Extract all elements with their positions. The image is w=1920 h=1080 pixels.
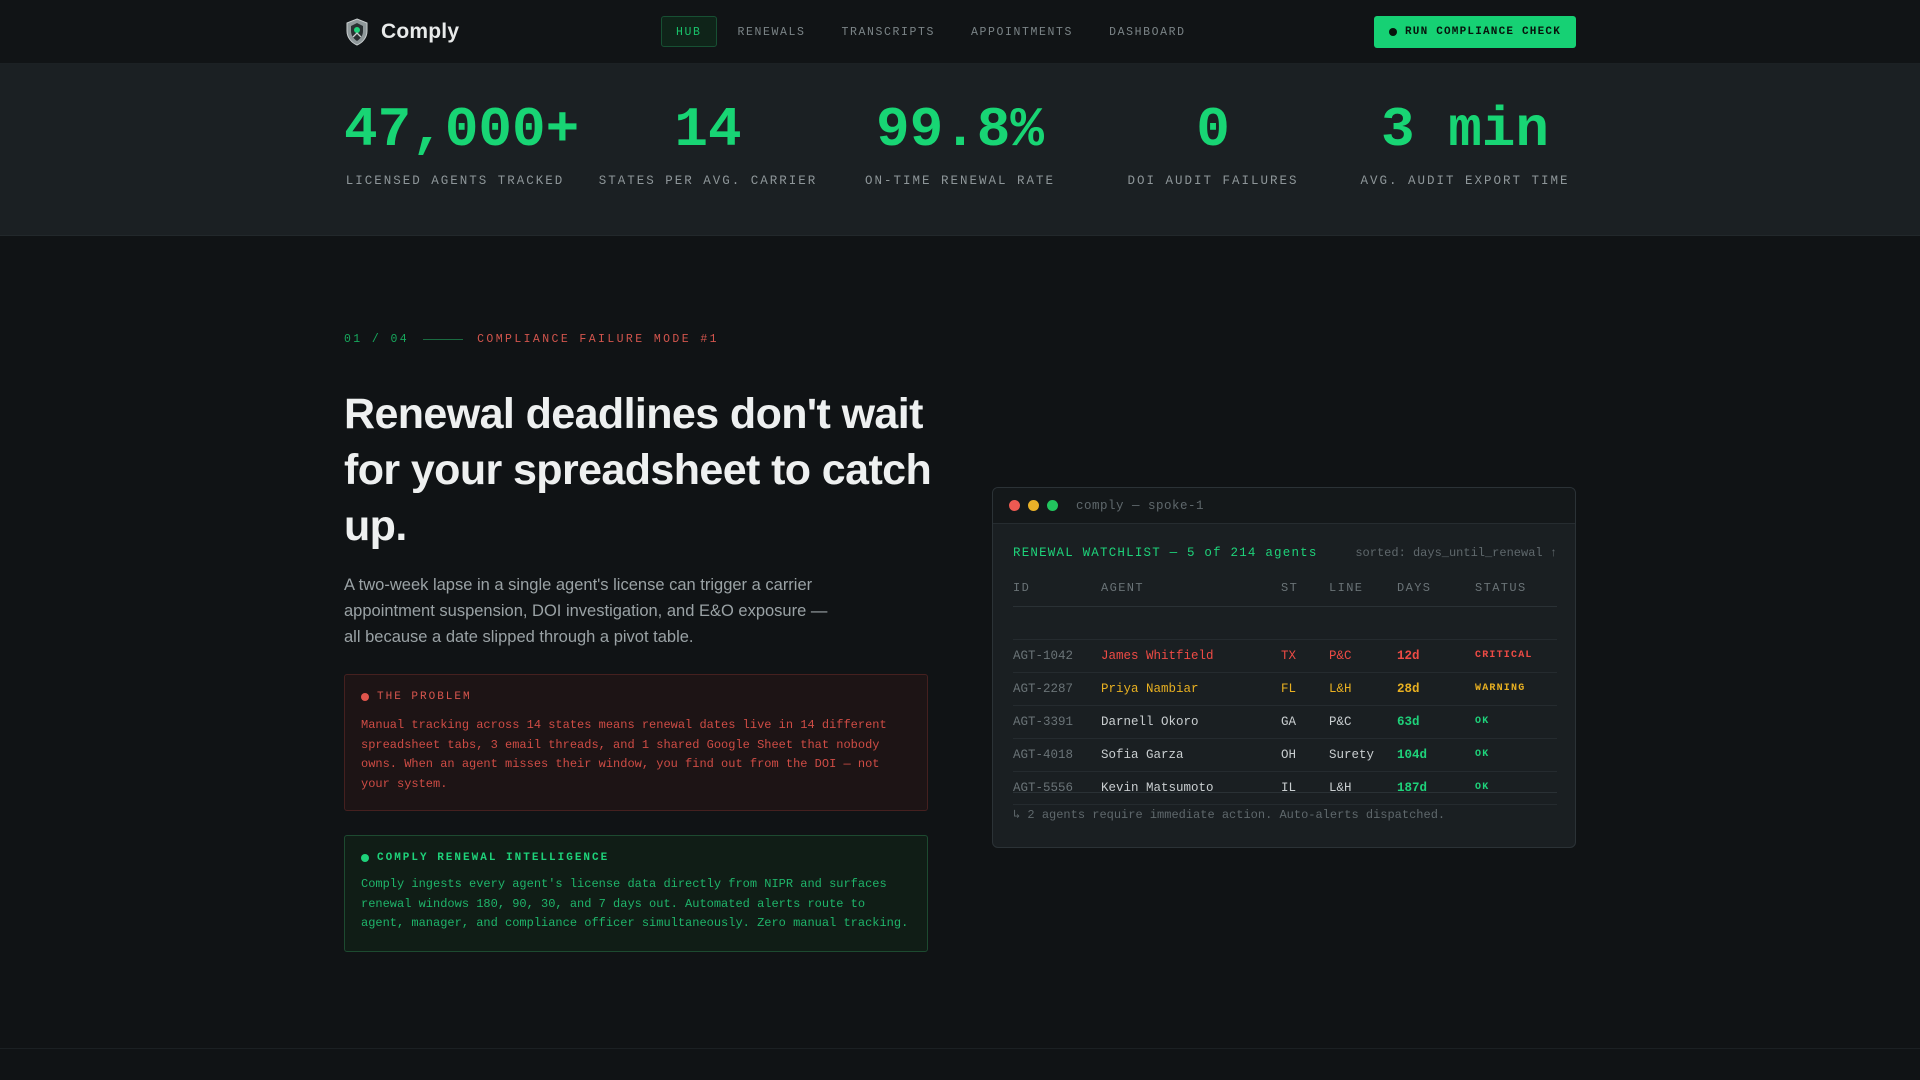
stat-value: 0 [1196, 98, 1230, 162]
problem-panel: THE PROBLEM Manual tracking across 14 st… [344, 674, 928, 811]
section-step: 01 / 04 [344, 333, 410, 346]
agent-name: Sofia Garza [1101, 738, 1281, 772]
minimize-dot-icon[interactable] [1028, 500, 1039, 511]
section-eyebrow: 01 / 04 COMPLIANCE FAILURE MODE #1 [344, 333, 719, 346]
brand-name: Comply [381, 20, 460, 43]
stat-audit-export-time: 3 min AVG. AUDIT EXPORT TIME [1354, 102, 1576, 188]
stat-renewal-rate: 99.8% ON-TIME RENEWAL RATE [849, 102, 1071, 188]
column-header-agent: AGENT [1101, 570, 1281, 607]
table-row[interactable]: AGT-4018 Sofia Garza OH Surety 104d OK [1013, 738, 1557, 772]
table-row[interactable]: AGT-1042 James Whitfield TX P&C 12d CRIT… [1013, 639, 1557, 673]
agent-id: AGT-4018 [1013, 738, 1101, 772]
terminal-window: comply — spoke-1 RENEWAL WATCHLIST — 5 o… [992, 487, 1576, 848]
maximize-dot-icon[interactable] [1047, 500, 1058, 511]
section-divider [0, 1048, 1920, 1049]
section-headline: Renewal deadlines don't wait for your sp… [344, 390, 932, 550]
solution-body: Comply ingests every agent's license dat… [361, 877, 909, 930]
nav-renewals[interactable]: RENEWALS [723, 16, 821, 47]
problem-body: Manual tracking across 14 states means r… [361, 718, 887, 791]
column-header-days: DAYS [1397, 570, 1475, 607]
stat-label: DOI AUDIT FAILURES [1127, 174, 1299, 188]
days-until-renewal: 104d [1397, 738, 1475, 772]
stats-band: 47,000+ LICENSED AGENTS TRACKED 14 STATE… [0, 64, 1920, 236]
nav-hub[interactable]: HUB [661, 16, 717, 47]
eyebrow-divider [423, 339, 464, 340]
status-badge: WARNING [1475, 672, 1557, 706]
column-header-state: ST [1281, 570, 1329, 607]
brand[interactable]: Comply [345, 18, 459, 46]
nav-links: HUB RENEWALS TRANSCRIPTS APPOINTMENTS DA… [661, 16, 1207, 47]
watchlist-sort: sorted: days_until_renewal ↑ [1355, 546, 1557, 560]
agent-line: P&C [1329, 705, 1397, 739]
agent-state: GA [1281, 705, 1329, 739]
agent-id: AGT-1042 [1013, 639, 1101, 673]
failure-mode-label: COMPLIANCE FAILURE MODE #1 [477, 333, 719, 346]
table-spacer-cell [1013, 606, 1557, 640]
column-header-line: LINE [1329, 570, 1397, 607]
table-header-row: ID AGENT ST LINE DAYS STATUS [1013, 570, 1557, 607]
stat-label: AVG. AUDIT EXPORT TIME [1360, 174, 1570, 188]
table-spacer [1013, 606, 1557, 640]
status-dot-icon [1388, 28, 1397, 36]
problem-title: THE PROBLEM [377, 691, 472, 703]
days-until-renewal: 63d [1397, 705, 1475, 739]
stat-value: 14 [674, 98, 742, 162]
stat-label: LICENSED AGENTS TRACKED [345, 174, 565, 188]
column-header-status: STATUS [1475, 570, 1557, 607]
status-badge: OK [1475, 705, 1557, 739]
solution-title-row: COMPLY RENEWAL INTELLIGENCE [361, 852, 911, 864]
stat-audit-failures: 0 DOI AUDIT FAILURES [1102, 102, 1324, 188]
agent-state: OH [1281, 738, 1329, 772]
solution-title: COMPLY RENEWAL INTELLIGENCE [377, 852, 610, 864]
terminal-title: comply — spoke-1 [1076, 498, 1205, 513]
agent-line: P&C [1329, 639, 1397, 673]
agent-line: L&H [1329, 672, 1397, 706]
stat-label: STATES PER AVG. CARRIER [598, 174, 818, 188]
run-compliance-check-button[interactable]: RUN COMPLIANCE CHECK [1374, 16, 1576, 48]
agent-state: TX [1281, 639, 1329, 673]
shield-logo-icon [346, 18, 368, 46]
stat-value: 47,000+ [344, 98, 580, 162]
stat-value: 99.8% [875, 98, 1045, 162]
problem-dot-icon [361, 693, 369, 701]
agent-id: AGT-2287 [1013, 672, 1101, 706]
agent-name: Priya Nambiar [1101, 672, 1281, 706]
stat-agents-tracked: 47,000+ LICENSED AGENTS TRACKED [344, 98, 580, 188]
status-badge: OK [1475, 738, 1557, 772]
cta-label: RUN COMPLIANCE CHECK [1404, 26, 1562, 38]
watchlist-title: RENEWAL WATCHLIST — 5 of 214 agents [1013, 546, 1318, 560]
solution-panel: COMPLY RENEWAL INTELLIGENCE Comply inges… [344, 835, 928, 952]
column-header-id: ID [1013, 570, 1101, 607]
watchlist-header: RENEWAL WATCHLIST — 5 of 214 agents sort… [1013, 546, 1557, 560]
terminal-titlebar: comply — spoke-1 [993, 488, 1575, 524]
watchlist-table: ID AGENT ST LINE DAYS STATUS AGT-1042 Ja… [1013, 570, 1557, 805]
nav-dashboard[interactable]: DASHBOARD [1094, 16, 1201, 47]
days-until-renewal: 12d [1397, 639, 1475, 673]
stat-value: 3 min [1380, 98, 1550, 162]
table-row[interactable]: AGT-2287 Priya Nambiar FL L&H 28d WARNIN… [1013, 672, 1557, 706]
watchlist-footer: ↳ 2 agents require immediate action. Aut… [1013, 792, 1557, 822]
days-until-renewal: 28d [1397, 672, 1475, 706]
problem-title-row: THE PROBLEM [361, 691, 911, 703]
stat-states-per-carrier: 14 STATES PER AVG. CARRIER [597, 102, 819, 188]
close-dot-icon[interactable] [1009, 500, 1020, 511]
stat-label: ON-TIME RENEWAL RATE [864, 174, 1056, 188]
solution-dot-icon [361, 854, 369, 862]
agent-line: Surety [1329, 738, 1397, 772]
agent-id: AGT-3391 [1013, 705, 1101, 739]
top-navigation: Comply HUB RENEWALS TRANSCRIPTS APPOINTM… [0, 0, 1920, 64]
nav-appointments[interactable]: APPOINTMENTS [956, 16, 1088, 47]
agent-state: FL [1281, 672, 1329, 706]
agent-name: Darnell Okoro [1101, 705, 1281, 739]
agent-name: James Whitfield [1101, 639, 1281, 673]
section-lede: A two-week lapse in a single agent's lic… [344, 576, 828, 646]
table-row[interactable]: AGT-3391 Darnell Okoro GA P&C 63d OK [1013, 705, 1557, 739]
nav-transcripts[interactable]: TRANSCRIPTS [827, 16, 951, 47]
status-badge: CRITICAL [1475, 639, 1557, 673]
